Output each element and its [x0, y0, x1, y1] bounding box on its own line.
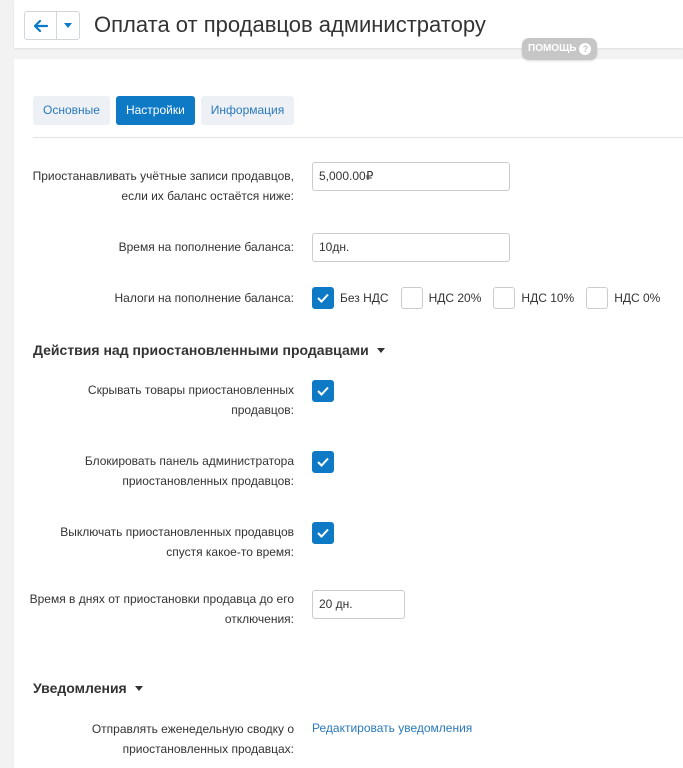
help-label: ПОМОЩЬ: [528, 43, 577, 54]
suspend-threshold-label: Приостанавливать учётные записи продавцо…: [33, 166, 294, 206]
disable-after-label-line2: спустя какое-то время:: [166, 545, 294, 559]
tax-option-none[interactable]: Без НДС: [312, 287, 389, 309]
tax-option-10[interactable]: НДС 10%: [493, 287, 574, 309]
tab-general[interactable]: Основные: [33, 96, 110, 125]
collapse-caret-icon: [134, 685, 143, 691]
topup-time-input[interactable]: 10дн.: [312, 233, 510, 262]
block-panel-label-line1: Блокировать панель администратора: [84, 454, 294, 468]
checkmark-icon: [317, 457, 329, 467]
taxes-options: Без НДС НДС 20% НДС 10% НДС 0%: [312, 287, 672, 309]
disable-after-label: Выключать приостановленных продавцов спу…: [60, 522, 294, 562]
actions-section-header[interactable]: Действия над приостановленными продавцам…: [33, 342, 385, 358]
back-menu-button[interactable]: [57, 12, 79, 39]
suspend-threshold-label-line2: если их баланс остаётся ниже:: [121, 189, 294, 203]
collapse-caret-icon: [376, 347, 385, 353]
chevron-down-icon: [64, 22, 72, 28]
tab-settings[interactable]: Настройки: [115, 96, 195, 125]
checkmark-icon: [317, 386, 329, 396]
disable-after-checkbox[interactable]: [312, 522, 334, 544]
weekly-summary-label: Отправлять еженедельную сводку о приоста…: [92, 719, 294, 759]
notifications-section-header[interactable]: Уведомления: [33, 680, 143, 696]
tab-information[interactable]: Информация: [200, 96, 295, 125]
notifications-section-title: Уведомления: [33, 680, 127, 696]
topup-time-label: Время на пополнение баланса:: [118, 240, 294, 254]
tabs-divider: [33, 137, 683, 138]
hide-products-label: Скрывать товары приостановленных продавц…: [88, 380, 294, 420]
actions-section-title: Действия над приостановленными продавцам…: [33, 342, 369, 358]
tax-0-label: НДС 0%: [614, 291, 661, 305]
block-panel-label: Блокировать панель администратора приост…: [85, 451, 294, 491]
tax-20-checkbox[interactable]: [400, 287, 423, 309]
days-until-disable-label-line2: отключения:: [224, 612, 294, 626]
page-title: Оплата от продавцов администратору: [94, 12, 486, 37]
block-panel-label-line2: приостановленных продавцов:: [122, 474, 294, 488]
block-panel-checkbox[interactable]: [312, 451, 334, 473]
tab-bar: Основные Настройки Информация: [33, 96, 295, 125]
help-button[interactable]: ПОМОЩЬ ?: [522, 38, 598, 60]
hide-products-checkbox[interactable]: [312, 380, 334, 402]
hide-products-label-line1: Скрывать товары приостановленных: [87, 383, 294, 397]
question-icon: ?: [579, 43, 592, 55]
checkmark-icon: [317, 528, 329, 538]
weekly-summary-label-line2: приостановленных продавцах:: [122, 742, 294, 756]
navigation-button-group: [24, 11, 80, 40]
tax-20-label: НДС 20%: [428, 291, 482, 305]
tax-10-label: НДС 10%: [521, 291, 575, 305]
tax-option-0[interactable]: НДС 0%: [586, 287, 660, 309]
arrow-left-icon: [33, 19, 48, 32]
tax-option-20[interactable]: НДС 20%: [400, 287, 482, 309]
hide-products-label-line2: продавцов:: [231, 403, 294, 417]
disable-after-label-line1: Выключать приостановленных продавцов: [60, 525, 294, 539]
tax-none-label: Без НДС: [340, 291, 389, 305]
days-until-disable-label-line1: Время в днях от приостановки продавца до…: [29, 592, 294, 606]
tax-none-checkbox[interactable]: [312, 287, 334, 309]
suspend-threshold-input[interactable]: 5,000.00₽: [312, 162, 510, 191]
tax-10-checkbox[interactable]: [493, 287, 516, 309]
tax-0-checkbox[interactable]: [586, 287, 609, 309]
settings-panel: Основные Настройки Информация Приостанав…: [14, 59, 683, 768]
days-until-disable-label: Время в днях от приостановки продавца до…: [30, 589, 294, 629]
days-until-disable-input[interactable]: 20 дн.: [312, 590, 405, 619]
weekly-summary-label-line1: Отправлять еженедельную сводку о: [91, 722, 294, 736]
back-button[interactable]: [25, 12, 57, 39]
taxes-label: Налоги на пополнение баланса:: [114, 291, 294, 305]
edit-notifications-link[interactable]: Редактировать уведомления: [312, 721, 472, 735]
suspend-threshold-label-line1: Приостанавливать учётные записи продавцо…: [32, 169, 294, 183]
checkmark-icon: [317, 293, 329, 303]
